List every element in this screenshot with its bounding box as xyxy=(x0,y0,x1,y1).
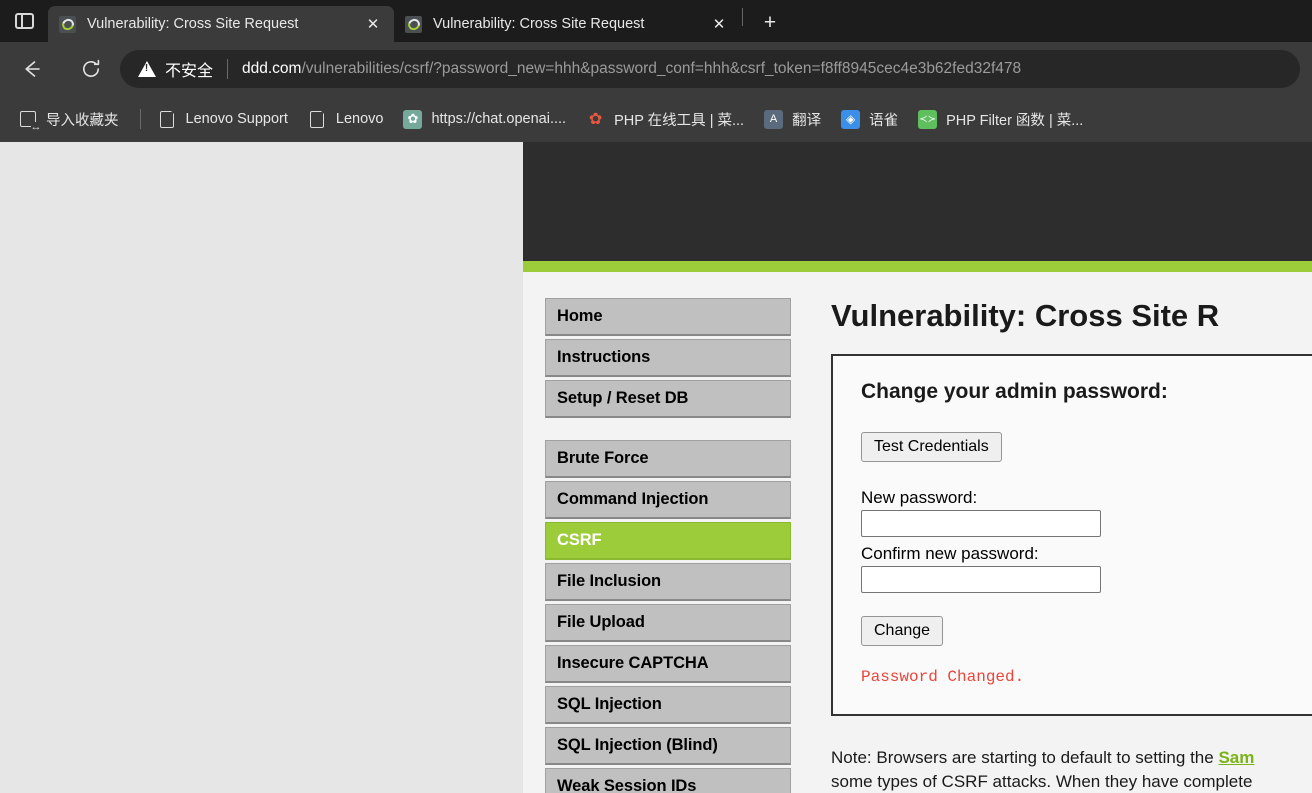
form-heading: Change your admin password: xyxy=(861,380,1168,403)
tab-strip: Vulnerability: Cross Site Request ✕ Vuln… xyxy=(0,0,1312,42)
brand-green-bar xyxy=(523,261,1312,272)
dvwa-favicon xyxy=(405,15,422,33)
omnibox-divider xyxy=(227,59,229,79)
csrf-form-box: Change your admin password: Test Credent… xyxy=(831,354,1312,716)
back-arrow-icon xyxy=(25,61,40,77)
dvwa-favicon xyxy=(59,15,76,33)
bookmark-yuque[interactable]: ◈ 语雀 xyxy=(833,104,906,135)
reload-icon xyxy=(83,59,100,77)
dvwa-header: DVWA xyxy=(523,142,1312,261)
bookmark-label: 导入收藏夹 xyxy=(46,112,119,129)
back-button[interactable] xyxy=(12,50,50,88)
document-icon xyxy=(158,109,177,129)
bookmark-label: Lenovo xyxy=(335,111,384,127)
bookmark-label: 语雀 xyxy=(869,112,899,129)
sidebar-item-brute-force[interactable]: Brute Force xyxy=(545,440,791,478)
sidebar-item-home[interactable]: Home xyxy=(545,298,791,336)
browser-window: Vulnerability: Cross Site Request ✕ Vuln… xyxy=(0,0,1312,793)
bookmark-lenovo-support[interactable]: Lenovo Support xyxy=(150,105,296,134)
navigation-toolbar: 不安全 ddd.com/vulnerabilities/csrf/?passwo… xyxy=(0,42,1312,96)
php-tools-icon: ✿ xyxy=(588,111,603,128)
dvwa-page: DVWA Home Instructions Setup / Reset DB … xyxy=(523,142,1312,793)
page-content: Home Instructions Setup / Reset DB Brute… xyxy=(523,272,1312,793)
samesite-link[interactable]: Sam xyxy=(1218,748,1254,767)
confirm-password-input[interactable] xyxy=(861,566,1101,593)
page-title: Vulnerability: Cross Site R xyxy=(831,298,1220,333)
bookmark-lenovo[interactable]: Lenovo xyxy=(300,105,392,134)
tab-divider xyxy=(742,8,743,26)
sidebar-item-insecure-captcha[interactable]: Insecure CAPTCHA xyxy=(545,645,791,683)
tab-1[interactable]: Vulnerability: Cross Site Request ✕ xyxy=(394,6,740,42)
bookmark-translate[interactable]: A 翻译 xyxy=(756,104,829,135)
close-icon[interactable]: ✕ xyxy=(707,12,731,36)
test-credentials-button[interactable]: Test Credentials xyxy=(861,432,1002,462)
tab-title: Vulnerability: Cross Site Request xyxy=(87,16,299,32)
sidebar-item-weak-session-ids[interactable]: Weak Session IDs xyxy=(545,768,791,793)
new-tab-button[interactable]: + xyxy=(753,6,787,40)
tab-title: Vulnerability: Cross Site Request xyxy=(433,16,645,32)
bookmark-divider xyxy=(139,109,141,129)
warning-triangle-icon xyxy=(138,61,156,77)
bookmark-label: 翻译 xyxy=(792,112,822,129)
status-message: Password Changed. xyxy=(861,668,1025,686)
sidebar-item-file-upload[interactable]: File Upload xyxy=(545,604,791,642)
bookmark-chat-openai[interactable]: ✿ https://chat.openai.... xyxy=(395,105,574,134)
translate-icon: A xyxy=(764,109,784,129)
openai-icon: ✿ xyxy=(403,109,423,129)
bookmark-label: Lenovo Support xyxy=(185,111,288,127)
note-prefix: Note: Browsers are starting to default t… xyxy=(831,748,1219,767)
sidebar-item-sql-injection[interactable]: SQL Injection xyxy=(545,686,791,724)
bookmark-label: PHP 在线工具 | 菜... xyxy=(614,112,745,129)
sidebar-item-instructions[interactable]: Instructions xyxy=(545,339,791,377)
address-bar[interactable]: 不安全 ddd.com/vulnerabilities/csrf/?passwo… xyxy=(120,50,1300,88)
sidebar-item-command-injection[interactable]: Command Injection xyxy=(545,481,791,519)
dvwa-sidebar: Home Instructions Setup / Reset DB Brute… xyxy=(523,298,791,793)
sidebar-item-file-inclusion[interactable]: File Inclusion xyxy=(545,563,791,601)
confirm-password-label: Confirm new password: xyxy=(861,544,1039,563)
close-icon[interactable]: ✕ xyxy=(361,12,385,36)
tab-0[interactable]: Vulnerability: Cross Site Request ✕ xyxy=(48,6,394,42)
php-filter-icon: ≺≻ xyxy=(918,109,938,129)
note-line2: some types of CSRF attacks. When they ha… xyxy=(831,772,1253,792)
split-panel-button[interactable] xyxy=(0,0,48,42)
security-label: 不安全 xyxy=(165,63,214,80)
bookmark-label: PHP Filter 函数 | 菜... xyxy=(946,112,1084,129)
bookmark-php-filter[interactable]: ≺≻ PHP Filter 函数 | 菜... xyxy=(910,104,1091,135)
url-host: ddd.com xyxy=(242,60,302,77)
new-password-label: New password: xyxy=(861,488,978,507)
sidebar-item-setup-reset-db[interactable]: Setup / Reset DB xyxy=(545,380,791,418)
main-content: Vulnerability: Cross Site R Change your … xyxy=(791,298,1312,793)
change-button[interactable]: Change xyxy=(861,616,944,646)
new-password-input[interactable] xyxy=(861,510,1101,537)
yuque-icon: ◈ xyxy=(841,109,861,129)
nav-group-main: Home Instructions Setup / Reset DB xyxy=(545,298,791,418)
url-path: /vulnerabilities/csrf/?password_new=hhh&… xyxy=(301,60,1022,77)
bookmark-php-tools[interactable]: ✿ PHP 在线工具 | 菜... xyxy=(578,104,752,135)
page-viewport: DVWA Home Instructions Setup / Reset DB … xyxy=(0,142,1312,793)
csrf-note: Note: Browsers are starting to default t… xyxy=(831,746,1312,793)
url-text: ddd.com/vulnerabilities/csrf/?password_n… xyxy=(242,60,1021,78)
nav-group-vulnerabilities: Brute Force Command Injection CSRF File … xyxy=(545,440,791,793)
document-icon xyxy=(308,109,327,129)
bookmark-import-favorites[interactable]: 导入收藏夹 xyxy=(10,104,127,135)
bookmark-label: https://chat.openai.... xyxy=(431,111,567,127)
sidebar-item-csrf[interactable]: CSRF xyxy=(545,522,791,560)
bookmarks-bar: 导入收藏夹 Lenovo Support Lenovo ✿ https://ch… xyxy=(0,96,1312,142)
sidebar-item-sql-injection-blind[interactable]: SQL Injection (Blind) xyxy=(545,727,791,765)
split-panel-icon xyxy=(14,13,34,29)
reload-button[interactable] xyxy=(72,50,110,88)
import-favorites-icon xyxy=(18,110,42,133)
